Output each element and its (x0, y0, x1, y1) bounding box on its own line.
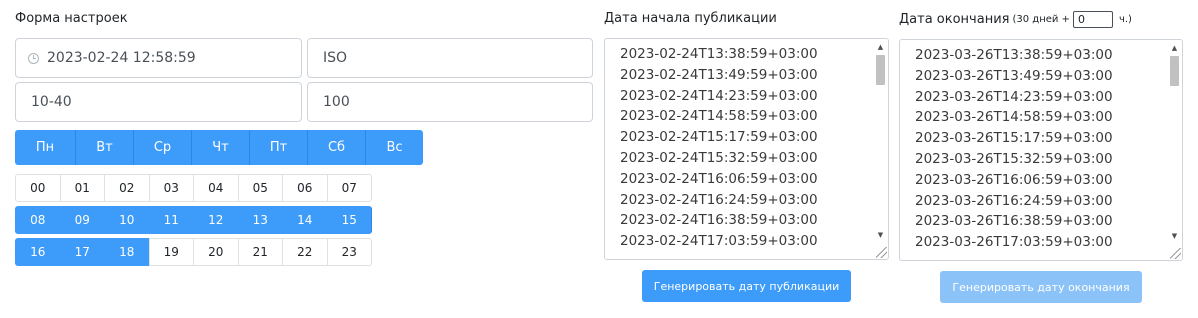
hour-toggle[interactable]: 15 (326, 206, 372, 234)
day-toggle-sat[interactable]: Сб (308, 130, 366, 165)
publication-end-textarea[interactable]: 2023-03-26T13:38:59+03:00 2023-03-26T13:… (899, 39, 1183, 261)
day-toggle-fri[interactable]: Пт (250, 130, 308, 165)
hour-toggle[interactable]: 00 (15, 174, 61, 202)
hour-toggle[interactable]: 07 (326, 174, 372, 202)
clock-icon (28, 52, 39, 64)
hour-selector: 00 01 02 03 04 05 06 07 08 09 10 11 12 1… (15, 174, 372, 270)
arrow-up-icon[interactable]: ▲ (873, 40, 888, 53)
start-date-line: 2023-02-24T14:58:59+03:00 (620, 108, 818, 125)
publication-start-lines: 2023-02-24T13:38:59+03:00 2023-02-24T13:… (620, 44, 818, 252)
publication-end-header: Дата окончания (30 дней + ч.) (899, 11, 1132, 28)
day-toggle-mon[interactable]: Пн (15, 130, 76, 165)
hour-toggle[interactable]: 09 (59, 206, 105, 234)
publication-end-lines: 2023-03-26T13:38:59+03:00 2023-03-26T13:… (915, 45, 1113, 253)
hour-toggle[interactable]: 14 (282, 206, 328, 234)
hour-toggle[interactable]: 19 (148, 238, 194, 266)
hour-toggle[interactable]: 23 (326, 238, 372, 266)
end-date-line: 2023-03-26T16:38:59+03:00 (915, 213, 1113, 230)
start-date-line: 2023-02-24T16:38:59+03:00 (620, 212, 818, 229)
end-date-line: 2023-03-26T15:32:59+03:00 (915, 150, 1113, 167)
start-date-line: 2023-02-24T16:06:59+03:00 (620, 170, 818, 187)
end-date-line: 2023-03-26T14:58:59+03:00 (915, 109, 1113, 126)
hour-toggle[interactable]: 12 (193, 206, 239, 234)
scrollbar-thumb[interactable] (1170, 56, 1179, 86)
publication-end-title: Дата окончания (899, 12, 1010, 27)
hour-row: 08 09 10 11 12 13 14 15 (15, 206, 372, 234)
scrollbar-thumb[interactable] (876, 55, 885, 85)
hour-toggle[interactable]: 11 (148, 206, 194, 234)
hour-toggle[interactable]: 16 (15, 238, 61, 266)
day-toggle-tue[interactable]: Вт (76, 130, 134, 165)
end-date-line: 2023-03-26T15:17:59+03:00 (915, 130, 1113, 147)
generate-start-date-button[interactable]: Генерировать дату публикации (642, 270, 851, 302)
hour-toggle[interactable]: 13 (237, 206, 283, 234)
end-date-line: 2023-03-26T13:38:59+03:00 (915, 47, 1113, 63)
arrow-down-icon[interactable]: ▼ (873, 228, 888, 241)
start-date-line: 2023-02-24T15:17:59+03:00 (620, 129, 818, 146)
datetime-field[interactable] (15, 38, 302, 78)
count-input[interactable] (323, 94, 592, 110)
resize-grip-icon[interactable] (876, 247, 887, 258)
start-date-line: 2023-02-24T16:24:59+03:00 (620, 191, 818, 208)
hour-toggle[interactable]: 06 (282, 174, 328, 202)
count-field[interactable] (307, 82, 593, 122)
end-date-line: 2023-03-26T16:06:59+03:00 (915, 171, 1113, 188)
end-days-note: (30 дней + (1012, 14, 1070, 25)
hour-toggle[interactable]: 02 (104, 174, 150, 202)
arrow-up-icon[interactable]: ▲ (1167, 41, 1182, 54)
resize-grip-icon[interactable] (1170, 248, 1181, 259)
publication-start-title: Дата начала публикации (604, 11, 777, 26)
start-date-line: 2023-02-24T13:49:59+03:00 (620, 66, 818, 83)
start-date-line: 2023-02-24T14:23:59+03:00 (620, 87, 818, 104)
arrow-down-icon[interactable]: ▼ (1167, 229, 1182, 242)
hour-toggle[interactable]: 20 (193, 238, 239, 266)
format-field[interactable] (307, 38, 593, 78)
interval-input[interactable] (31, 94, 301, 110)
hour-toggle[interactable]: 18 (104, 238, 150, 266)
hour-toggle[interactable]: 01 (59, 174, 105, 202)
end-date-line: 2023-03-26T16:24:59+03:00 (915, 192, 1113, 209)
start-date-line: 2023-02-24T15:32:59+03:00 (620, 149, 818, 166)
day-toggle-thu[interactable]: Чт (192, 130, 250, 165)
start-date-line: 2023-02-24T13:38:59+03:00 (620, 46, 818, 62)
hour-row: 00 01 02 03 04 05 06 07 (15, 174, 372, 202)
end-date-line: 2023-03-26T14:23:59+03:00 (915, 88, 1113, 105)
hour-toggle[interactable]: 17 (59, 238, 105, 266)
hour-toggle[interactable]: 04 (193, 174, 239, 202)
interval-field[interactable] (15, 82, 302, 122)
end-scrollbar[interactable]: ▲ ▼ (1167, 40, 1182, 260)
settings-form-title: Форма настроек (15, 11, 128, 26)
datetime-input[interactable] (47, 50, 301, 66)
generate-end-date-button[interactable]: Генерировать дату окончания (940, 271, 1142, 303)
end-date-line: 2023-03-26T13:49:59+03:00 (915, 67, 1113, 84)
end-hours-suffix: ч.) (1118, 14, 1132, 25)
hour-toggle[interactable]: 21 (237, 238, 283, 266)
hour-toggle[interactable]: 10 (104, 206, 150, 234)
weekday-selector: Пн Вт Ср Чт Пт Сб Вс (15, 130, 423, 165)
hour-toggle[interactable]: 05 (237, 174, 283, 202)
publication-start-textarea[interactable]: 2023-02-24T13:38:59+03:00 2023-02-24T13:… (604, 38, 889, 260)
day-toggle-wed[interactable]: Ср (134, 130, 192, 165)
start-scrollbar[interactable]: ▲ ▼ (873, 39, 888, 259)
end-date-line: 2023-03-26T17:03:59+03:00 (915, 234, 1113, 251)
day-toggle-sun[interactable]: Вс (366, 130, 423, 165)
end-hours-input[interactable] (1072, 11, 1113, 28)
hour-toggle[interactable]: 08 (15, 206, 61, 234)
start-date-line: 2023-02-24T17:03:59+03:00 (620, 233, 818, 250)
hour-toggle[interactable]: 03 (148, 174, 194, 202)
hour-row: 16 17 18 19 20 21 22 23 (15, 238, 372, 266)
format-input[interactable] (323, 50, 592, 66)
hour-toggle[interactable]: 22 (282, 238, 328, 266)
